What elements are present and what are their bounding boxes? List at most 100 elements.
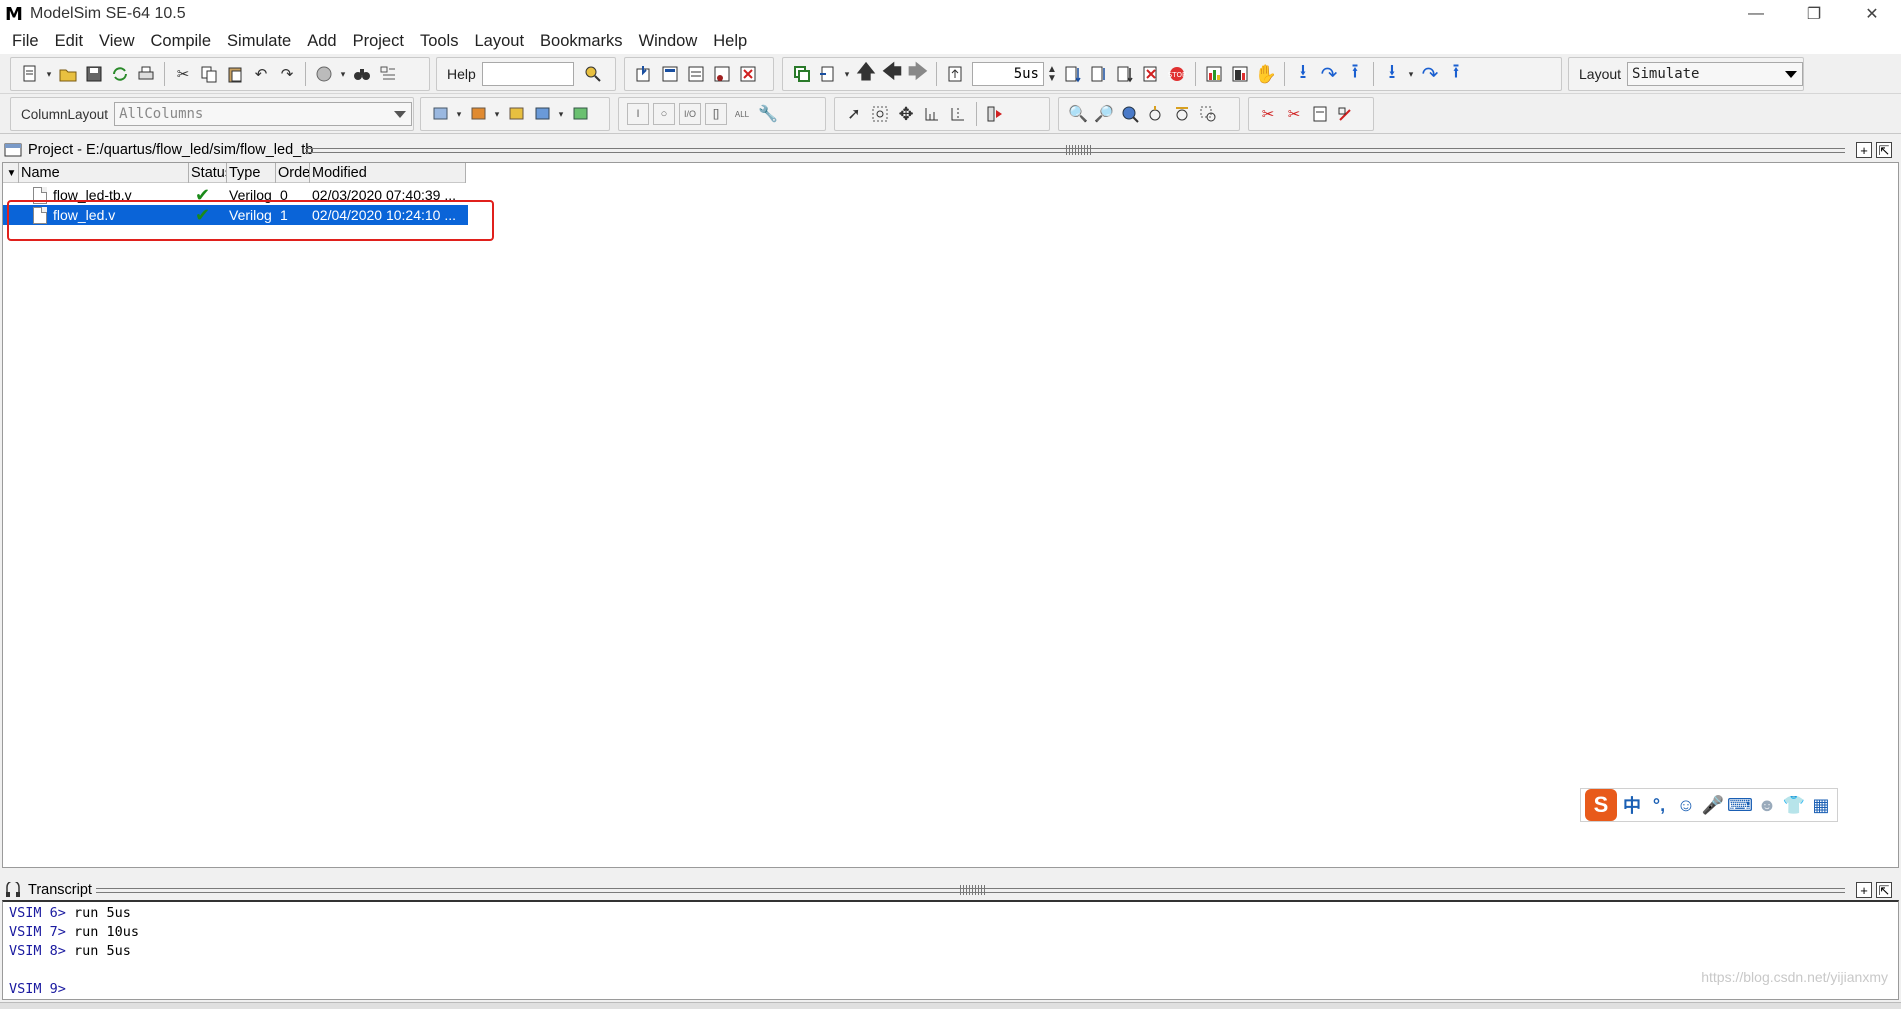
punctuation-icon[interactable]: °, bbox=[1647, 793, 1671, 817]
step-into-c-icon[interactable]: ⭳ bbox=[1381, 61, 1403, 85]
break-run-icon[interactable] bbox=[1140, 63, 1162, 85]
continue-run-icon[interactable] bbox=[1088, 63, 1110, 85]
zoom-mode-icon[interactable] bbox=[869, 103, 891, 125]
cursor-all-icon[interactable]: ALL bbox=[731, 103, 753, 125]
dropdown-arrow-icon[interactable]: ▾ bbox=[339, 63, 347, 85]
zoom-in-icon[interactable]: 🔍 bbox=[1067, 103, 1089, 125]
cursor-io-icon[interactable]: I/O bbox=[679, 103, 701, 125]
run-length-spinner-icon[interactable]: ▲ ▼ bbox=[1046, 63, 1058, 85]
help-search-icon[interactable] bbox=[582, 63, 604, 85]
dropdown-arrow-icon[interactable]: ▾ bbox=[455, 103, 463, 125]
pane-add-button[interactable]: + bbox=[1856, 142, 1872, 158]
paste-icon[interactable] bbox=[224, 63, 246, 85]
cursor-1-icon[interactable]: I bbox=[627, 103, 649, 125]
cursor-circle-icon[interactable]: ○ bbox=[653, 103, 675, 125]
stop-icon[interactable]: STOP bbox=[1166, 63, 1188, 85]
break-icon[interactable] bbox=[737, 63, 759, 85]
restore-button[interactable]: ❐ bbox=[1785, 0, 1843, 28]
menu-compile[interactable]: Compile bbox=[143, 32, 220, 51]
dropdown-arrow-icon[interactable]: ▾ bbox=[493, 103, 501, 125]
print-icon[interactable] bbox=[135, 63, 157, 85]
menu-window[interactable]: Window bbox=[631, 32, 706, 51]
column-name[interactable]: Name bbox=[19, 163, 189, 183]
menu-tools[interactable]: Tools bbox=[412, 32, 467, 51]
transcript-console[interactable]: VSIM 6> run 5us VSIM 7> run 10us VSIM 8>… bbox=[2, 900, 1899, 1000]
step-out-c-icon[interactable]: ⭱ bbox=[1445, 61, 1467, 85]
menu-view[interactable]: View bbox=[91, 32, 142, 51]
cut-icon[interactable]: ✂ bbox=[172, 63, 194, 85]
layout-select[interactable]: Simulate bbox=[1627, 62, 1803, 86]
minimize-button[interactable]: — bbox=[1727, 0, 1785, 28]
emoji-icon[interactable]: ☺ bbox=[1674, 793, 1698, 817]
delete-cursor-icon[interactable]: ✂ bbox=[1257, 103, 1279, 125]
sort-toggle-icon[interactable]: ▼ bbox=[3, 163, 19, 183]
pane-undock-button[interactable]: ⇱ bbox=[1876, 882, 1892, 898]
save-icon[interactable] bbox=[83, 63, 105, 85]
dropdown-arrow-icon[interactable]: ▾ bbox=[1407, 63, 1415, 85]
wave-edit-icon[interactable] bbox=[1335, 103, 1357, 125]
pane-add-button[interactable]: + bbox=[1856, 882, 1872, 898]
compile-out-of-date-icon[interactable] bbox=[685, 63, 707, 85]
dropdown-arrow-icon[interactable]: ▾ bbox=[45, 63, 53, 85]
add-dataflow-icon[interactable] bbox=[531, 103, 553, 125]
chevron-down-icon[interactable] bbox=[1780, 63, 1802, 85]
add-log-icon[interactable] bbox=[505, 103, 527, 125]
zoom-last-icon[interactable] bbox=[1171, 103, 1193, 125]
stop-edit-icon[interactable] bbox=[984, 103, 1006, 125]
performance-analyzer-icon[interactable] bbox=[1203, 63, 1225, 85]
user-icon[interactable]: ☻ bbox=[1755, 793, 1779, 817]
cursor-bracket-icon[interactable]: [] bbox=[705, 103, 727, 125]
microphone-icon[interactable]: 🎤 bbox=[1701, 793, 1725, 817]
zoom-out-icon[interactable]: 🔎 bbox=[1093, 103, 1115, 125]
ime-language-toggle[interactable]: 中 bbox=[1620, 793, 1644, 817]
step-over-icon[interactable]: ↷ bbox=[1318, 63, 1340, 86]
menu-bookmarks[interactable]: Bookmarks bbox=[532, 32, 631, 51]
chevron-down-icon[interactable] bbox=[389, 103, 411, 125]
undo-icon[interactable]: ↶ bbox=[250, 63, 272, 85]
column-modified[interactable]: Modified bbox=[310, 163, 466, 183]
new-file-icon[interactable] bbox=[19, 63, 41, 85]
zoom-full-icon[interactable] bbox=[1119, 103, 1141, 125]
hand-pan-icon[interactable]: ✋ bbox=[1255, 63, 1277, 85]
pane-undock-button[interactable]: ⇱ bbox=[1876, 142, 1892, 158]
pan-mode-icon[interactable]: ✥ bbox=[895, 103, 917, 125]
menu-edit[interactable]: Edit bbox=[47, 32, 91, 51]
menu-project[interactable]: Project bbox=[345, 32, 412, 51]
column-type[interactable]: Type bbox=[227, 163, 276, 183]
compile-all-icon[interactable] bbox=[659, 63, 681, 85]
compile-icon[interactable] bbox=[633, 63, 655, 85]
menu-simulate[interactable]: Simulate bbox=[219, 32, 299, 51]
menu-file[interactable]: File bbox=[4, 32, 47, 51]
simulate-icon[interactable] bbox=[711, 63, 733, 85]
collapse-icon[interactable] bbox=[377, 63, 399, 85]
keyboard-icon[interactable]: ⌨ bbox=[1727, 793, 1753, 817]
step-over-c-icon[interactable]: ↷ bbox=[1419, 63, 1441, 86]
wave-doc-icon[interactable] bbox=[1309, 103, 1331, 125]
wrench-icon[interactable]: 🔧 bbox=[757, 103, 779, 125]
sogou-logo-icon[interactable]: S bbox=[1585, 789, 1617, 821]
forward-arrow-icon[interactable]: 🡆 bbox=[907, 61, 929, 85]
pane-drag-handle[interactable] bbox=[1066, 145, 1092, 155]
step-out-icon[interactable]: ⭱ bbox=[1344, 61, 1366, 85]
skin-shirt-icon[interactable]: 👕 bbox=[1782, 793, 1806, 817]
reload-icon[interactable] bbox=[109, 63, 131, 85]
pane-drag-handle[interactable] bbox=[960, 885, 986, 895]
menu-help[interactable]: Help bbox=[705, 32, 755, 51]
back-arrow-icon[interactable]: 🡄 bbox=[881, 61, 903, 85]
zoom-cursor-icon[interactable] bbox=[1145, 103, 1167, 125]
run-length-icon[interactable] bbox=[944, 63, 966, 85]
column-order[interactable]: Order bbox=[276, 163, 310, 183]
menu-layout[interactable]: Layout bbox=[466, 32, 532, 51]
add-schematic-icon[interactable] bbox=[569, 103, 591, 125]
menu-add[interactable]: Add bbox=[299, 32, 344, 51]
grid-menu-icon[interactable]: ▦ bbox=[1809, 793, 1833, 817]
find-binoculars-icon[interactable] bbox=[351, 63, 373, 85]
zoom-range-icon[interactable] bbox=[1197, 103, 1219, 125]
environment-icon[interactable] bbox=[817, 63, 839, 85]
dropdown-arrow-icon[interactable]: ▾ bbox=[843, 63, 851, 85]
run-all-icon[interactable] bbox=[1114, 63, 1136, 85]
column-status[interactable]: Status bbox=[189, 163, 227, 183]
add-list-icon[interactable] bbox=[467, 103, 489, 125]
remove-cursors-icon[interactable]: ✂ bbox=[1283, 103, 1305, 125]
copy-icon[interactable] bbox=[198, 63, 220, 85]
